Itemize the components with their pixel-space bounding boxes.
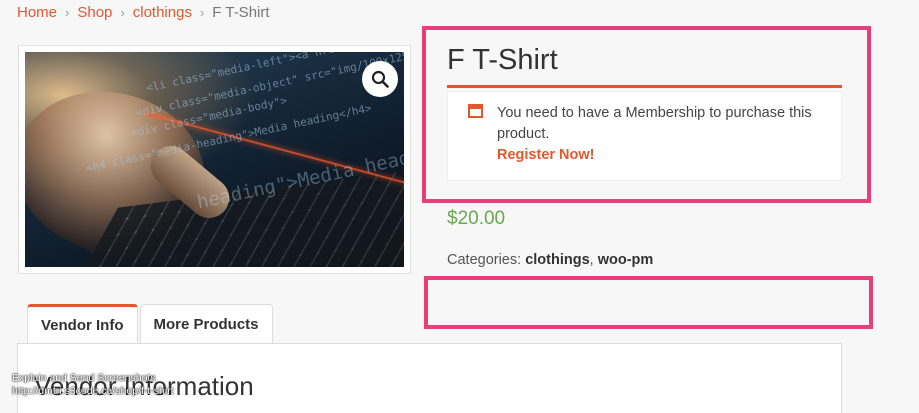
breadcrumb: Home › Shop › clothings › F T-Shirt — [17, 4, 270, 21]
category-link-clothings[interactable]: clothings — [525, 252, 589, 268]
breadcrumb-shop[interactable]: Shop — [77, 4, 112, 21]
breadcrumb-separator: › — [65, 5, 70, 20]
annotation-highlight-box — [422, 26, 871, 203]
categories-label: Categories: — [447, 252, 522, 268]
breadcrumb-separator: › — [199, 5, 205, 20]
product-price: $20.00 — [447, 208, 506, 229]
screenshot-watermark: Explain and Send Screenshots http://dmtr… — [12, 372, 174, 398]
breadcrumb-current: F T-Shirt — [212, 4, 270, 21]
breadcrumb-clothings[interactable]: clothings — [133, 4, 192, 21]
breadcrumb-home[interactable]: Home — [17, 4, 57, 21]
product-tabs: Vendor Info More Products — [27, 304, 275, 343]
watermark-title: Explain and Send Screenshots — [12, 372, 156, 384]
tab-vendor-info[interactable]: Vendor Info — [27, 304, 138, 343]
categories-separator: , — [589, 252, 594, 268]
product-categories: Categories: clothings, woo-pm — [447, 252, 653, 268]
tab-more-products[interactable]: More Products — [139, 304, 273, 343]
category-link-woo-pm[interactable]: woo-pm — [598, 252, 654, 268]
breadcrumb-separator: › — [120, 5, 125, 20]
watermark-url: http://dmtri.s3code.ca/shop/f-t-shirt — [12, 385, 174, 397]
magnifier-icon — [371, 70, 389, 88]
zoom-button[interactable] — [362, 61, 398, 97]
annotation-highlight-box — [424, 276, 873, 329]
product-image-frame: <li class="media-left"><a href="#"> <div… — [18, 45, 411, 274]
product-image[interactable]: <li class="media-left"><a href="#"> <div… — [25, 52, 404, 267]
